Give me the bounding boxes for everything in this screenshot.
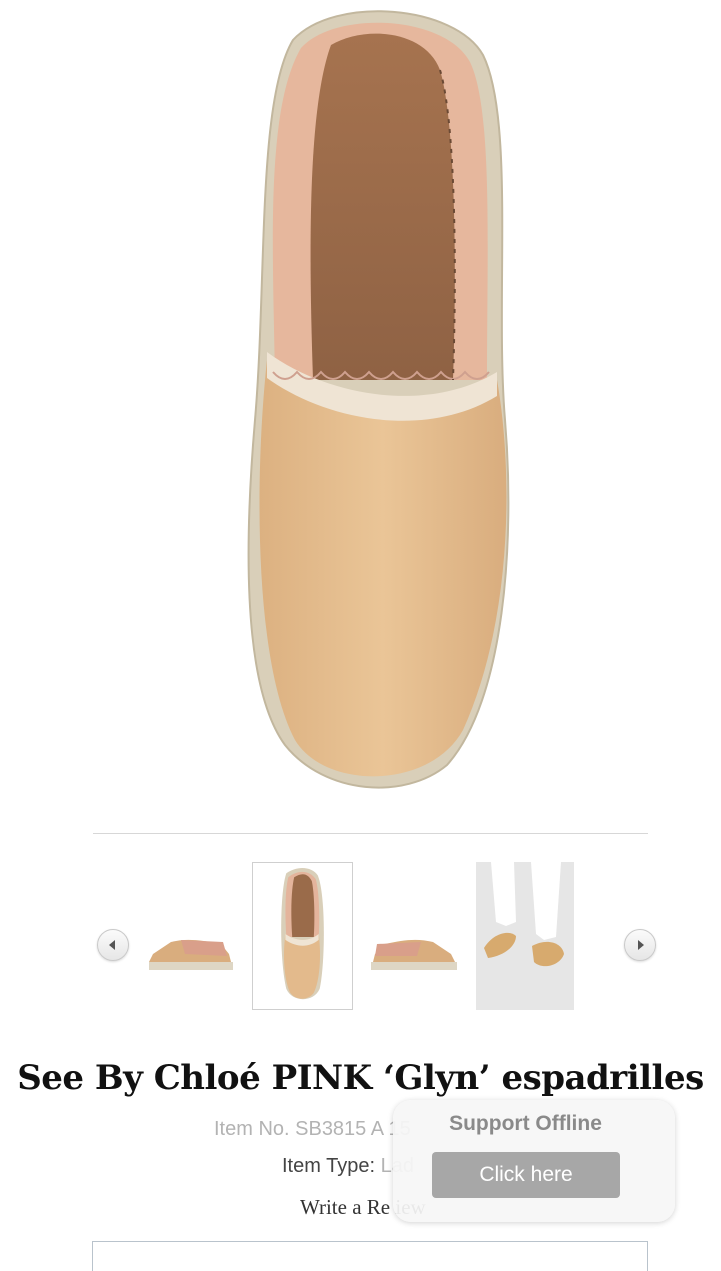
support-status: Support Offline — [449, 1112, 602, 1135]
item-number: Item No. SB3815 A 15 — [214, 1118, 411, 1140]
gallery-next-button[interactable] — [624, 929, 656, 961]
chevron-left-icon — [109, 940, 115, 950]
chevron-right-icon — [638, 940, 644, 950]
item-type-label: Item Type: — [282, 1155, 381, 1177]
support-click-here-button[interactable]: Click here — [432, 1152, 620, 1198]
thumbnail-worn[interactable] — [476, 862, 574, 1010]
thumbnail-top[interactable] — [252, 862, 353, 1010]
support-widget: Support Offline Click here — [393, 1100, 675, 1222]
gallery-divider — [93, 833, 648, 834]
product-title: See By Chloé PINK ‘Glyn’ espadrilles — [17, 1058, 704, 1098]
gallery-prev-button[interactable] — [97, 929, 129, 961]
thumbnail-side-right[interactable] — [365, 862, 463, 1010]
product-options-box — [92, 1241, 648, 1271]
thumbnail-side-left[interactable] — [141, 862, 239, 1010]
main-product-image — [95, 0, 655, 800]
